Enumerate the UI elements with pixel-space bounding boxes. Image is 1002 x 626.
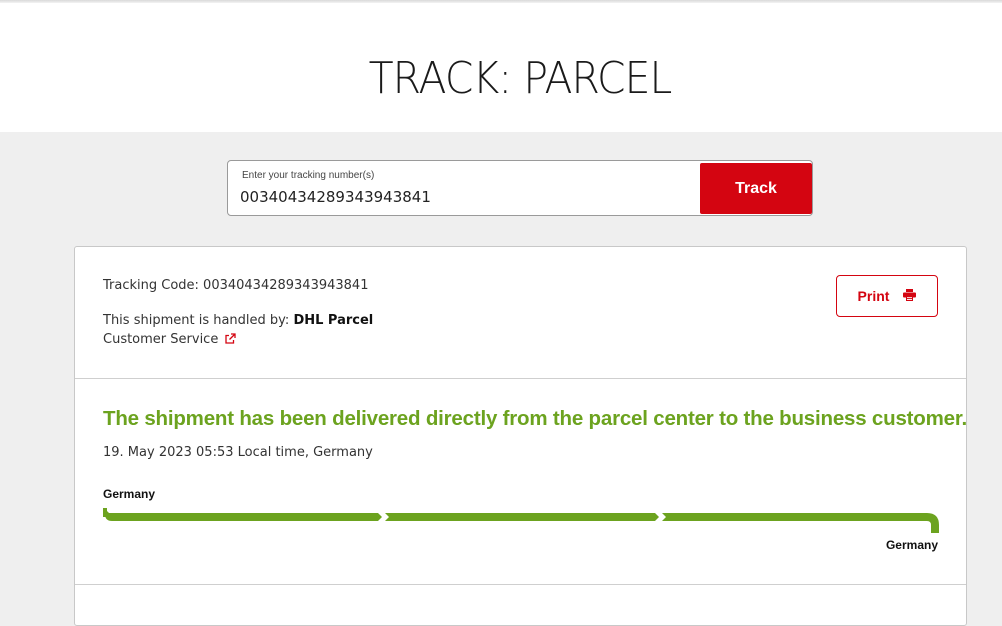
carrier-name: DHL Parcel	[293, 313, 374, 328]
customer-service-link[interactable]: Customer Service	[103, 332, 236, 349]
shipment-details-section: Tracking Code: 00340434289343943841 This…	[75, 247, 966, 379]
shipment-card: Tracking Code: 00340434289343943841 This…	[74, 246, 967, 626]
tracking-code: Tracking Code: 00340434289343943841	[103, 278, 369, 293]
page-header: TRACK: PARCEL	[0, 3, 1002, 132]
customer-service-label: Customer Service	[103, 332, 219, 347]
external-link-icon	[224, 333, 236, 349]
tracking-input-label: Enter your tracking number(s)	[242, 170, 375, 181]
delivery-status-headline: The shipment has been delivered directly…	[103, 407, 967, 430]
tracking-search-box: Enter your tracking number(s) Track	[227, 160, 813, 216]
page-title: TRACK: PARCEL	[368, 53, 673, 104]
progress-segment-2	[385, 513, 659, 521]
printer-icon	[903, 288, 917, 304]
card-divider	[75, 584, 966, 585]
progress-segment-3	[662, 513, 939, 533]
print-button[interactable]: Print	[836, 275, 938, 317]
progress-start-cap	[103, 508, 107, 517]
shipment-progress-bar	[103, 508, 939, 533]
handled-by-prefix: This shipment is handled by:	[103, 313, 294, 328]
delivery-timestamp: 19. May 2023 05:53 Local time, Germany	[103, 445, 373, 460]
print-label: Print	[857, 288, 890, 304]
progress-segment-1	[105, 509, 382, 521]
handled-by-text: This shipment is handled by: DHL Parcel	[103, 313, 373, 328]
tracking-number-input[interactable]	[240, 185, 690, 209]
track-button[interactable]: Track	[700, 163, 812, 214]
origin-country: Germany	[103, 487, 156, 501]
destination-country: Germany	[885, 538, 938, 552]
